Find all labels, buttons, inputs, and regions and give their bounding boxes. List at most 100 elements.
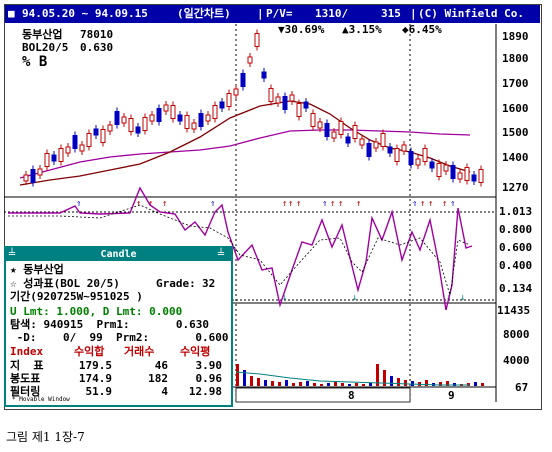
candle-body — [107, 124, 113, 132]
candle-body — [324, 123, 330, 137]
signal-arrow-icon: ⇑ — [322, 199, 327, 209]
volume-bar — [257, 378, 260, 386]
volume-axis: 11435 8000 4000 67 — [497, 304, 530, 394]
header-sum: 수익합 — [74, 345, 105, 358]
volume-bar — [250, 376, 253, 386]
volume-bar — [334, 382, 337, 386]
result-cell-name: 지 표 — [10, 359, 44, 372]
candle-body — [296, 103, 302, 117]
signal-arrow-icon: ↑ — [420, 199, 425, 209]
candle-body — [79, 144, 85, 152]
candle-panel-titlebar[interactable]: ╧ Candle ╧ — [6, 248, 231, 261]
candle-body — [464, 167, 470, 181]
x-label-sep: 9 — [448, 389, 455, 402]
candle-body — [352, 125, 358, 139]
panel-period-line: 기간(920725W~951025 ) — [10, 290, 143, 303]
volume-bar — [404, 380, 407, 386]
signal-arrow-icon: ↓ — [460, 293, 465, 303]
volume-bar — [397, 378, 400, 386]
header-avg: 수익평 — [180, 345, 211, 358]
result-cell-avg: 0.96 — [195, 372, 223, 385]
result-cell-sum: 174.9 — [78, 372, 112, 385]
signal-arrow-icon: ↑ — [442, 199, 447, 209]
candle-body — [261, 71, 267, 79]
candle-body — [65, 146, 71, 154]
volume-bar — [278, 382, 281, 386]
signal-arrow-icon: ⇑ — [210, 199, 215, 209]
signal-arrow-icon: ⇑ — [450, 199, 455, 209]
signal-arrow-icon: ↑ — [162, 199, 167, 209]
candle-body — [429, 161, 435, 169]
candle-body — [254, 33, 260, 47]
mode-label: % B — [22, 54, 47, 70]
candle-body — [401, 144, 407, 152]
price-tick-label: 1400 — [502, 151, 529, 164]
indicator-value: 0.630 — [80, 41, 113, 54]
candle-body — [422, 148, 428, 162]
candle-body — [373, 141, 379, 149]
panel-d-line: -D: 0/ 99 Prm2: 0.600 — [10, 331, 229, 344]
candle-body — [205, 114, 211, 122]
signal-arrow-icon: ↑ — [282, 199, 287, 209]
volume-bar — [264, 380, 267, 386]
candle-body — [226, 93, 232, 107]
candle-body — [338, 121, 344, 135]
candle-body — [457, 172, 463, 180]
volume-bar — [481, 383, 484, 386]
candle-body — [317, 121, 323, 129]
candle-body — [44, 153, 50, 167]
indicator-axis: 1.013 0.800 0.600 0.400 0.134 — [499, 205, 532, 295]
volume-bar — [299, 382, 302, 386]
candle-body — [58, 148, 64, 162]
price-tick-label: 1500 — [502, 126, 529, 139]
signal-arrow-icon: ↑ — [136, 199, 141, 209]
header-index: Index — [10, 345, 44, 358]
price-axis: 1890 1800 1700 1600 1500 1400 1270 — [502, 30, 529, 194]
candle-body — [387, 146, 393, 154]
candle-body — [415, 158, 421, 166]
signal-arrow-icon: ↑ — [428, 199, 433, 209]
figure-caption: 그림 제1 1장-7 — [6, 430, 85, 444]
indicator-tick-label: 1.013 — [499, 205, 532, 218]
pin-icon[interactable]: ╧ — [218, 248, 224, 261]
volume-bar — [474, 382, 477, 386]
volume-tick-label: 11435 — [497, 304, 530, 317]
candle-body — [303, 101, 309, 109]
candle-body — [37, 168, 43, 176]
header-trades: 거래수 — [124, 345, 155, 358]
signal-arrow-icon: ↓ — [352, 293, 357, 303]
candle-body — [275, 96, 281, 104]
candle-body — [289, 94, 295, 102]
stock-code: 78010 — [80, 28, 113, 41]
indicator-tick-label: 0.800 — [499, 223, 532, 236]
panel-result-line: ☆ 성과표(BOL 20/5) — [10, 277, 120, 290]
result-cell-trades: 4 — [161, 385, 168, 398]
candle-body — [366, 143, 372, 157]
stat-diamond: ◆6.45% — [402, 23, 442, 36]
result-cell-avg: 3.90 — [195, 359, 223, 372]
candle-body — [268, 88, 274, 102]
candle-body — [408, 151, 414, 165]
result-cell-avg: 12.98 — [188, 385, 222, 398]
candle-body — [247, 56, 253, 64]
candle-body — [135, 126, 141, 134]
candle-body — [219, 101, 225, 109]
panel-stock-line: ★ 동부산업 — [10, 263, 64, 276]
candle-panel-title: Candle — [100, 249, 137, 260]
price-tick-label: 1800 — [502, 52, 529, 65]
stock-name: 동부산업 — [22, 27, 62, 41]
volume-bar — [236, 364, 239, 386]
volume-bar — [306, 381, 309, 386]
candle-panel[interactable]: ╧ Candle ╧ ★ 동부산업 ☆ 성과표(BOL 20/5) Grade:… — [4, 246, 233, 407]
panel-grade-value: 32 — [202, 277, 216, 290]
candle-body — [443, 164, 449, 172]
panel-grade-label: Grade: — [156, 277, 196, 290]
volume-bar — [369, 383, 372, 386]
price-tick-label: 1600 — [502, 102, 529, 115]
candle-body — [142, 117, 148, 131]
signal-arrow-icon: ↑ — [296, 199, 301, 209]
result-cell-trades: 46 — [154, 359, 168, 372]
candle-body — [191, 122, 197, 130]
volume-bar — [390, 376, 393, 386]
x-label-aug: 8 — [348, 389, 355, 402]
